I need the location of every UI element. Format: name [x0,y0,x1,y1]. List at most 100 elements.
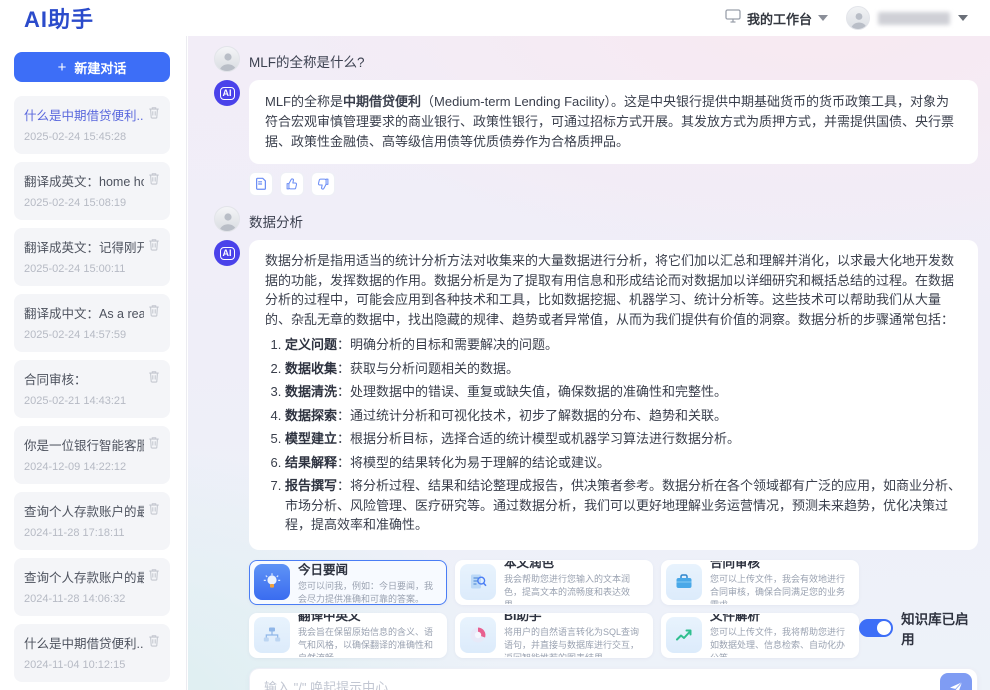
user-message-text: 数据分析 [249,206,303,231]
thumbs-down-button[interactable] [311,172,335,196]
monitor-icon [725,9,741,28]
workspace-menu[interactable]: 我的工作台 [725,9,828,28]
knowledge-base-toggle[interactable]: 知识库已启用 [859,608,978,648]
conversation-item[interactable]: 你是一位银行智能客服，... 2024-12-09 14:22:12 [14,426,170,484]
feature-card-6[interactable]: 文件解析您可以上传文件，我将帮助您进行如数据处理、信息检索、自动化办公等。 [661,613,859,658]
conversation-title: 合同审核： [24,369,87,388]
feature-card-5[interactable]: BI助手将用户的自然语言转化为SQL查询语句，并直接与数据库进行交互，返回智能推… [455,613,653,658]
chat-input[interactable] [264,680,940,690]
analysis-step: 数据收集：获取与分析问题相关的数据。 [285,359,962,379]
feature-title: 文件解析 [710,613,850,624]
conversation-time: 2024-11-04 10:12:15 [24,659,160,671]
conversation-title: 翻译成英文：记得刚开始... [24,237,144,256]
conversation-list: 什么是中期借贷便利... 2025-02-24 15:45:28 翻译成英文：hom… [0,96,186,682]
analysis-step: 模型建立：根据分析目标，选择合适的统计模型或机器学习算法进行数据分析。 [285,429,962,449]
toggle-switch[interactable] [859,619,893,637]
top-header: AI助手 我的工作台 [0,0,990,36]
copy-button[interactable] [249,172,273,196]
doc-polish-icon [460,564,496,600]
conversation-item[interactable]: 什么是中期借贷便利... 2025-02-24 15:45:28 [14,96,170,154]
conversation-item[interactable]: 翻译成英文：记得刚开始... 2025-02-24 15:00:11 [14,228,170,286]
ai-message-text: MLF的全称是 [265,94,343,109]
workspace-label: 我的工作台 [747,9,812,28]
trash-icon[interactable] [148,238,160,256]
user-message-row: MLF的全称是什么? [214,46,978,72]
sitemap-icon [254,617,290,653]
pie-chart-icon [460,617,496,653]
composer [249,668,978,690]
feature-card-1[interactable]: 今日要闻您可以问我，例如：今日要闻，我会尽力提供准确和可靠的答案。 [249,560,447,605]
ai-message-card: 数据分析是指用适当的统计分析方法对收集来的大量数据进行分析，将它们加以汇总和理解… [249,240,978,550]
avatar [846,6,870,30]
conversation-time: 2024-12-09 14:22:12 [24,461,160,473]
ai-avatar: AI [214,80,240,106]
conversation-time: 2025-02-24 14:57:59 [24,329,160,341]
trash-icon[interactable] [148,172,160,190]
trash-icon[interactable] [148,436,160,454]
toggle-label: 知识库已启用 [901,608,978,648]
analysis-step: 数据清洗：处理数据中的错误、重复或缺失值，确保数据的准确性和完整性。 [285,382,962,402]
conversation-item[interactable]: 查询个人存款账户的最新...2024-11-28 17:18:11 [14,492,170,550]
feature-title: 合同审核 [710,560,850,571]
trash-icon[interactable] [148,304,160,322]
trend-chart-icon [666,617,702,653]
bottom-panel: 今日要闻您可以问我，例如：今日要闻，我会尽力提供准确和可靠的答案。本文润色我会帮… [249,560,978,658]
paper-plane-icon [948,680,964,690]
conversation-item[interactable]: 合同审核： 2025-02-21 14:43:21 [14,360,170,418]
trash-icon[interactable] [148,634,160,652]
feature-card-2[interactable]: 本文润色我会帮助您进行您输入的文本润色，提高文本的流畅度和表达效果。 [455,560,653,605]
analysis-step: 报告撰写：将分析过程、结果和结论整理成报告，供决策者参考。数据分析在各个领域都有… [285,476,962,535]
account-menu[interactable] [846,6,968,30]
conversation-time: 2025-02-21 14:43:21 [24,395,160,407]
conversation-item[interactable]: 翻译成中文：As a reader... 2025-02-24 14:57:59 [14,294,170,352]
feature-desc: 您可以上传文件，我将帮助您进行如数据处理、信息检索、自动化办公等。 [710,626,850,658]
conversation-item[interactable]: 翻译成英文：home home2025-02-24 15:08:19 [14,162,170,220]
conversation-item[interactable]: 查询个人存款账户的最新... 2024-11-28 14:06:32 [14,558,170,616]
ai-message-bold: 中期借贷便利 [343,94,421,109]
trash-icon[interactable] [148,568,160,586]
conversation-title: 查询个人存款账户的最新... [24,567,144,586]
user-message-text: MLF的全称是什么? [249,46,365,71]
message-actions [249,172,978,196]
conversation-time: 2025-02-24 15:00:11 [24,263,160,275]
feature-desc: 您可以问我，例如：今日要闻，我会尽力提供准确和可靠的答案。 [298,580,438,605]
conversation-time: 2024-11-28 14:06:32 [24,593,160,605]
conversation-time: 2024-11-28 17:18:11 [24,527,160,539]
ai-message-card: MLF的全称是中期借贷便利（Medium-term Lending Facili… [249,80,978,164]
feature-title: 今日要闻 [298,560,438,578]
feature-grid: 今日要闻您可以问我，例如：今日要闻，我会尽力提供准确和可靠的答案。本文润色我会帮… [249,560,859,658]
conversation-title: 什么是中期借贷便利... [24,105,144,124]
new-chat-button[interactable]: + 新建对话 [14,52,170,82]
send-button[interactable] [940,673,972,690]
conversation-title: 什么是中期借贷便利... [24,633,144,652]
feature-card-4[interactable]: 翻译中英文我会旨在保留原始信息的含义、语气和风格，以确保翻译的准确性和自然流畅。 [249,613,447,658]
conversation-item[interactable]: 什么是中期借贷便利... 2024-11-04 10:12:15 [14,624,170,682]
feature-desc: 您可以上传文件，我会有效地进行合同审核，确保合同满足您的业务需求。 [710,573,850,605]
analysis-step: 定义问题：明确分析的目标和需要解决的问题。 [285,335,962,355]
trash-icon[interactable] [148,502,160,520]
chevron-down-icon [818,15,828,21]
analysis-step: 结果解释：将模型的结果转化为易于理解的结论或建议。 [285,453,962,473]
plus-icon: + [58,59,67,76]
user-name-redacted [878,12,950,25]
feature-card-3[interactable]: 合同审核您可以上传文件，我会有效地进行合同审核，确保合同满足您的业务需求。 [661,560,859,605]
conversation-title: 翻译成英文：home home [24,171,144,190]
ai-message-row: AI MLF的全称是中期借贷便利（Medium-term Lending Fac… [214,80,978,164]
briefcase-icon [666,564,702,600]
feature-title: 翻译中英文 [298,613,438,624]
analysis-step: 数据探索：通过统计分析和可视化技术，初步了解数据的分布、趋势和关联。 [285,406,962,426]
app-logo: AI助手 [24,2,94,34]
ai-message-text: 数据分析是指用适当的统计分析方法对收集来的大量数据进行分析，将它们加以汇总和理解… [265,253,954,327]
conversation-title: 你是一位银行智能客服，... [24,435,144,454]
analysis-steps-list: 定义问题：明确分析的目标和需要解决的问题。数据收集：获取与分析问题相关的数据。数… [285,335,962,535]
conversation-title: 翻译成中文：As a reader... [24,303,144,322]
feature-desc: 我会旨在保留原始信息的含义、语气和风格，以确保翻译的准确性和自然流畅。 [298,626,438,658]
user-message-row: 数据分析 [214,206,978,232]
chat-main: MLF的全称是什么? AI MLF的全称是中期借贷便利（Medium-term … [188,36,990,690]
thumbs-up-button[interactable] [280,172,304,196]
trash-icon[interactable] [148,106,160,124]
ai-avatar: AI [214,240,240,266]
conversation-time: 2025-02-24 15:45:28 [24,131,160,143]
bulb-icon [254,564,290,600]
trash-icon[interactable] [148,370,160,388]
